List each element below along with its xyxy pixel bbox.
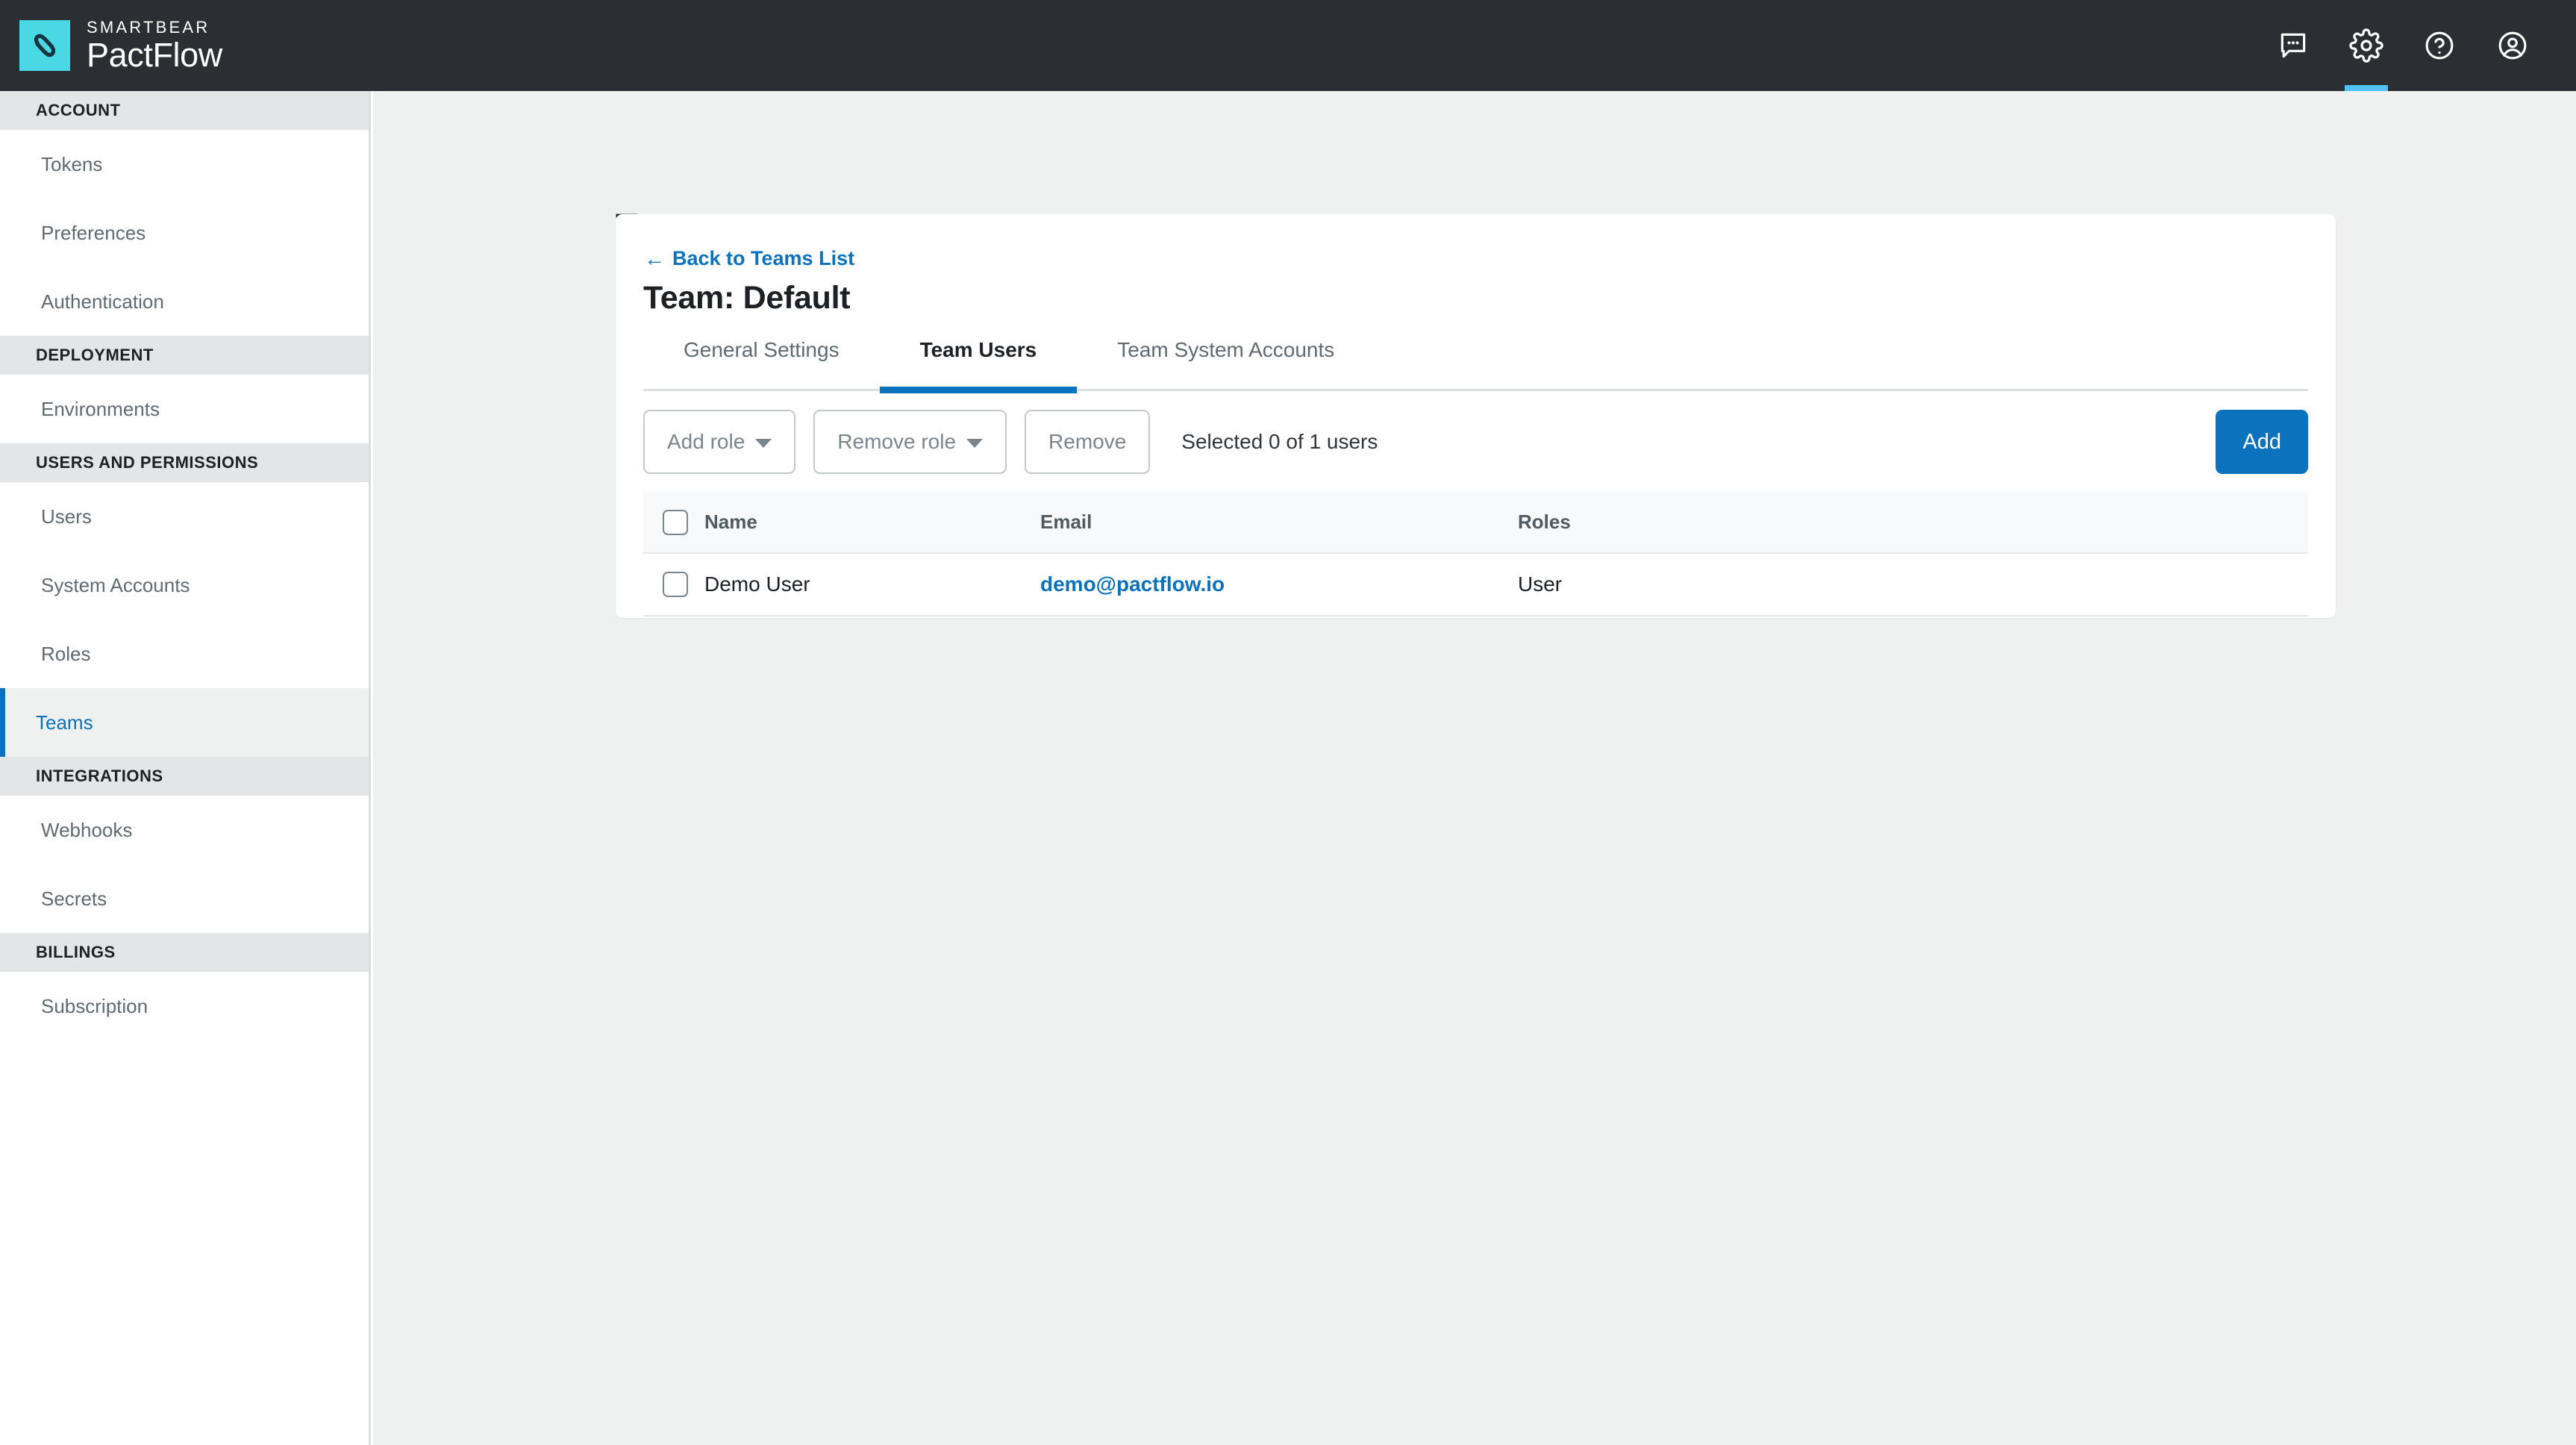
row-checkbox[interactable] — [663, 572, 688, 598]
table-header: Name Email Roles — [643, 492, 2308, 554]
sidebar-item-authentication[interactable]: Authentication — [0, 267, 369, 336]
remove-role-dropdown-button[interactable]: Remove role — [813, 410, 1007, 474]
remove-label: Remove — [1048, 430, 1127, 453]
sidebar-item-preferences[interactable]: Preferences — [0, 199, 369, 267]
sidebar-item-environments[interactable]: Environments — [0, 375, 369, 443]
remove-button[interactable]: Remove — [1025, 410, 1151, 474]
sidebar-section-billings: BILLINGS — [0, 933, 369, 972]
sidebar-item-users[interactable]: Users — [0, 482, 369, 551]
help-icon[interactable] — [2403, 0, 2476, 91]
cell-user-email: demo@pactflow.io — [1040, 553, 1518, 617]
table-header-row: Name Email Roles — [643, 492, 2308, 554]
selection-status-text: Selected 0 of 1 users — [1181, 430, 1378, 453]
sidebar-item-roles[interactable]: Roles — [0, 619, 369, 688]
select-all-checkbox[interactable] — [663, 509, 688, 535]
chevron-down-icon — [755, 439, 772, 448]
add-role-dropdown-button[interactable]: Add role — [643, 410, 796, 474]
table-body: Demo User demo@pactflow.io User — [643, 553, 2308, 617]
cell-user-name: Demo User — [704, 553, 1040, 617]
column-header-email: Email — [1040, 492, 1518, 554]
sidebar-section-integrations: INTEGRATIONS — [0, 757, 369, 796]
back-arrow-icon: ← — [644, 246, 665, 270]
remove-role-label: Remove role — [837, 430, 957, 453]
sidebar-section-account: ACCOUNT — [0, 91, 369, 130]
brand-company-name: SMARTBEAR — [87, 17, 210, 37]
tab-team-system-accounts[interactable]: Team System Accounts — [1077, 335, 1375, 391]
brand-logo[interactable]: SMARTBEAR PactFlow — [0, 18, 222, 74]
team-users-table: Name Email Roles Demo User demo@pactflow… — [643, 492, 2308, 617]
user-email-link[interactable]: demo@pactflow.io — [1040, 572, 1225, 596]
sidebar-item-secrets[interactable]: Secrets — [0, 864, 369, 933]
main-content-area: Teams ← Back to Teams List Team: Default… — [373, 91, 2576, 1445]
tab-general-settings[interactable]: General Settings — [643, 335, 880, 391]
sidebar-section-deployment: DEPLOYMENT — [0, 336, 369, 375]
top-header-bar: SMARTBEAR PactFlow — [0, 0, 2576, 91]
add-role-label: Add role — [667, 430, 745, 453]
add-user-button[interactable]: Add — [2216, 410, 2308, 474]
sidebar-item-teams[interactable]: Teams — [0, 688, 369, 757]
sidebar-navigation: ACCOUNT Tokens Preferences Authenticatio… — [0, 91, 371, 1445]
sidebar-item-system-accounts[interactable]: System Accounts — [0, 551, 369, 619]
team-users-toolbar: Add role Remove role Remove Selected 0 o… — [643, 408, 2308, 475]
back-to-teams-list-label: Back to Teams List — [672, 247, 855, 269]
chevron-down-icon — [966, 439, 984, 448]
account-icon[interactable] — [2476, 0, 2549, 91]
table-row[interactable]: Demo User demo@pactflow.io User — [643, 553, 2308, 617]
column-header-name: Name — [704, 492, 1040, 554]
team-title: Team: Default — [643, 280, 851, 316]
gear-icon[interactable] — [2330, 0, 2403, 91]
sidebar-item-webhooks[interactable]: Webhooks — [0, 796, 369, 864]
team-tabs: General Settings Team Users Team System … — [643, 335, 2308, 393]
pactflow-logo-icon — [19, 19, 70, 71]
cell-user-roles: User — [1518, 553, 2308, 617]
chat-icon[interactable] — [2257, 0, 2330, 91]
team-detail-card: ← Back to Teams List Team: Default Gener… — [616, 214, 2336, 618]
sidebar-section-users-and-permissions: USERS AND PERMISSIONS — [0, 443, 369, 482]
column-header-roles: Roles — [1518, 492, 2308, 554]
tab-team-users[interactable]: Team Users — [879, 335, 1078, 393]
select-all-header-cell — [643, 492, 704, 554]
row-select-cell — [643, 553, 704, 617]
sidebar-item-tokens[interactable]: Tokens — [0, 130, 369, 199]
brand-product-name: PactFlow — [87, 35, 222, 74]
sidebar-item-subscription[interactable]: Subscription — [0, 972, 369, 1040]
back-to-teams-list-link[interactable]: ← Back to Teams List — [644, 247, 854, 270]
header-icon-group — [2257, 0, 2576, 91]
